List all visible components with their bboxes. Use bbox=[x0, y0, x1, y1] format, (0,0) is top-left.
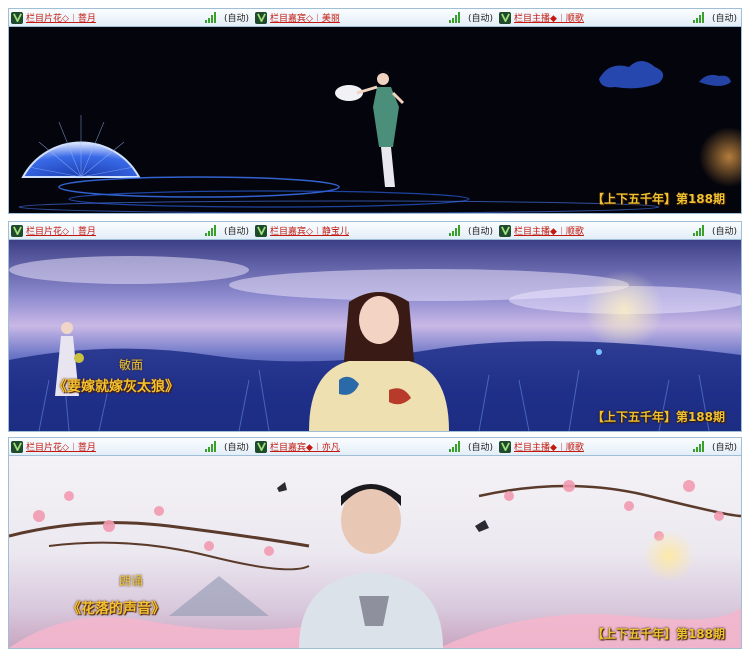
tab-clip[interactable]: 栏目片花◇︱菩月 (自动) bbox=[9, 438, 253, 455]
program-title: 《要嫁就嫁灰太狼》 bbox=[53, 379, 179, 395]
video-stage: 朗诵 《花落的声音》 【上下五千年】第188期 bbox=[9, 456, 741, 648]
performer-name: 朗诵 bbox=[119, 574, 144, 588]
tab-bar: 栏目片花◇︱菩月 (自动) 栏目嘉宾◇︱静宝儿 (自动) 栏目主播◆︱顺歌 (自… bbox=[9, 222, 741, 240]
signal-bars-icon bbox=[693, 441, 704, 452]
video-scene bbox=[9, 256, 741, 431]
v-logo-icon bbox=[499, 224, 511, 237]
v-logo-icon bbox=[499, 11, 511, 24]
auto-status[interactable]: (自动) bbox=[224, 224, 249, 237]
v-logo-icon bbox=[255, 11, 267, 24]
episode-caption: 【上下五千年】第188期 bbox=[591, 410, 725, 424]
signal-bars-icon bbox=[449, 441, 460, 452]
tab-label[interactable]: 栏目主播◆︱顺歌 bbox=[514, 224, 584, 237]
v-logo-icon bbox=[499, 440, 511, 453]
video-scene bbox=[9, 480, 741, 648]
tab-bar: 栏目片花◇︱菩月 (自动) 栏目嘉宾◆︱亦凡 (自动) 栏目主播◆︱顺歌 (自动… bbox=[9, 438, 741, 456]
v-logo-icon bbox=[255, 224, 267, 237]
tab-label[interactable]: 栏目嘉宾◇︱静宝儿 bbox=[270, 224, 349, 237]
signal-bars-icon bbox=[205, 441, 216, 452]
video-panel-1: 栏目片花◇︱菩月 (自动) 栏目嘉宾◇︱美丽 (自动) 栏目主播◆︱顺歌 (自动… bbox=[8, 8, 742, 214]
video-panel-2: 栏目片花◇︱菩月 (自动) 栏目嘉宾◇︱静宝儿 (自动) 栏目主播◆︱顺歌 (自… bbox=[8, 221, 742, 432]
tab-guest[interactable]: 栏目嘉宾◇︱静宝儿 (自动) bbox=[253, 222, 497, 239]
tab-label[interactable]: 栏目片花◇︱菩月 bbox=[26, 224, 96, 237]
tab-label[interactable]: 栏目主播◆︱顺歌 bbox=[514, 440, 584, 453]
tab-host[interactable]: 栏目主播◆︱顺歌 (自动) bbox=[497, 438, 741, 455]
signal-bars-icon bbox=[449, 225, 460, 236]
auto-status[interactable]: (自动) bbox=[712, 224, 737, 237]
episode-caption: 【上下五千年】第188期 bbox=[591, 192, 725, 206]
auto-status[interactable]: (自动) bbox=[468, 11, 493, 24]
tab-host[interactable]: 栏目主播◆︱顺歌 (自动) bbox=[497, 222, 741, 239]
video-scene bbox=[18, 61, 741, 213]
auto-status[interactable]: (自动) bbox=[712, 440, 737, 453]
video-stage: 敏面 《要嫁就嫁灰太狼》 【上下五千年】第188期 bbox=[9, 240, 741, 431]
tab-label[interactable]: 栏目片花◇︱菩月 bbox=[26, 11, 96, 24]
episode-caption: 【上下五千年】第188期 bbox=[591, 627, 725, 641]
auto-status[interactable]: (自动) bbox=[224, 11, 249, 24]
tab-bar: 栏目片花◇︱菩月 (自动) 栏目嘉宾◇︱美丽 (自动) 栏目主播◆︱顺歌 (自动… bbox=[9, 9, 741, 27]
signal-bars-icon bbox=[693, 12, 704, 23]
auto-status[interactable]: (自动) bbox=[712, 11, 737, 24]
signal-bars-icon bbox=[693, 225, 704, 236]
tab-label[interactable]: 栏目嘉宾◆︱亦凡 bbox=[270, 440, 340, 453]
program-title: 《花落的声音》 bbox=[67, 601, 165, 617]
v-logo-icon bbox=[255, 440, 267, 453]
signal-bars-icon bbox=[205, 225, 216, 236]
tab-host[interactable]: 栏目主播◆︱顺歌 (自动) bbox=[497, 9, 741, 26]
tab-clip[interactable]: 栏目片花◇︱菩月 (自动) bbox=[9, 222, 253, 239]
tab-label[interactable]: 栏目片花◇︱菩月 bbox=[26, 440, 96, 453]
video-panel-3: 栏目片花◇︱菩月 (自动) 栏目嘉宾◆︱亦凡 (自动) 栏目主播◆︱顺歌 (自动… bbox=[8, 437, 742, 649]
v-logo-icon bbox=[11, 11, 23, 24]
auto-status[interactable]: (自动) bbox=[468, 224, 493, 237]
auto-status[interactable]: (自动) bbox=[468, 440, 493, 453]
signal-bars-icon bbox=[449, 12, 460, 23]
v-logo-icon bbox=[11, 440, 23, 453]
tab-clip[interactable]: 栏目片花◇︱菩月 (自动) bbox=[9, 9, 253, 26]
v-logo-icon bbox=[11, 224, 23, 237]
video-stage: 【上下五千年】第188期 bbox=[9, 27, 741, 213]
auto-status[interactable]: (自动) bbox=[224, 440, 249, 453]
signal-bars-icon bbox=[205, 12, 216, 23]
tab-guest[interactable]: 栏目嘉宾◇︱美丽 (自动) bbox=[253, 9, 497, 26]
tab-label[interactable]: 栏目主播◆︱顺歌 bbox=[514, 11, 584, 24]
tab-label[interactable]: 栏目嘉宾◇︱美丽 bbox=[270, 11, 340, 24]
performer-name: 敏面 bbox=[119, 358, 144, 372]
tab-guest[interactable]: 栏目嘉宾◆︱亦凡 (自动) bbox=[253, 438, 497, 455]
